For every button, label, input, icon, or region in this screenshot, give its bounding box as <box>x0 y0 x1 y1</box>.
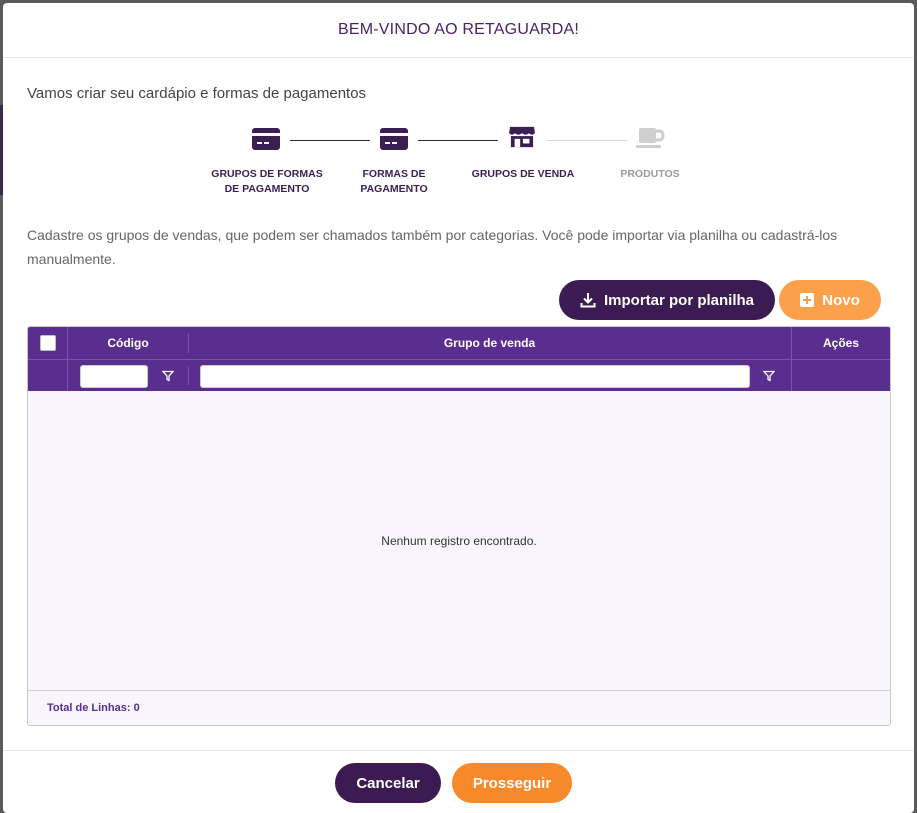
modal-title: BEM-VINDO AO RETAGUARDA! <box>338 21 579 38</box>
column-header-codigo[interactable]: Código <box>68 327 188 359</box>
filter-icon[interactable] <box>763 370 775 382</box>
header-row-divider <box>28 359 890 360</box>
filter-icon[interactable] <box>162 370 174 382</box>
step-description: Cadastre os grupos de vendas, que podem … <box>27 227 838 267</box>
credit-card-icon <box>380 128 408 150</box>
column-header-grupo-venda[interactable]: Grupo de venda <box>188 327 791 359</box>
empty-message: Nenhum registro encontrado. <box>381 533 537 548</box>
new-button-label: Novo <box>822 291 860 309</box>
grid-empty-state: Nenhum registro encontrado. <box>28 391 890 690</box>
store-icon <box>509 126 535 148</box>
import-button-label: Importar por planilha <box>603 291 754 309</box>
cancel-button[interactable]: Cancelar <box>335 763 441 803</box>
new-button[interactable]: Novo <box>779 280 881 320</box>
welcome-modal: BEM-VINDO AO RETAGUARDA! Vamos criar seu… <box>3 3 914 813</box>
grid-footer: Total de Linhas: 0 <box>28 690 890 725</box>
plus-square-icon <box>800 293 815 307</box>
sales-groups-grid: Código Grupo de venda Ações Nenhum regis… <box>27 326 891 726</box>
stepper-connector <box>418 140 498 141</box>
credit-card-icon <box>252 128 280 150</box>
step-label-produtos: PRODUTOS <box>620 168 680 180</box>
grupo-venda-filter-input[interactable] <box>200 365 750 388</box>
intro-text: Vamos criar seu cardápio e formas de pag… <box>27 85 367 102</box>
select-all-checkbox[interactable] <box>40 335 56 351</box>
total-lines-label: Total de Linhas: 0 <box>47 702 140 714</box>
step-label-formas-pagamento: FORMAS DE PAGAMENTO <box>360 168 428 195</box>
grid-header: Código Grupo de venda Ações <box>28 327 890 391</box>
download-icon <box>580 293 596 308</box>
coffee-cup-icon <box>636 128 665 148</box>
modal-header: BEM-VINDO AO RETAGUARDA! <box>3 3 914 58</box>
step-label-grupos-venda: GRUPOS DE VENDA <box>471 168 575 180</box>
stepper-connector <box>546 140 628 141</box>
modal-footer: Cancelar Prosseguir <box>3 750 914 813</box>
stepper-connector <box>290 140 370 141</box>
proceed-button[interactable]: Prosseguir <box>452 763 572 803</box>
column-divider <box>188 367 189 385</box>
import-spreadsheet-button[interactable]: Importar por planilha <box>559 280 775 320</box>
codigo-filter-input[interactable] <box>80 365 148 388</box>
column-header-acoes: Ações <box>822 336 860 350</box>
step-label-grupos-formas-pagamento: GRUPOS DE FORMAS DE PAGAMENTO <box>211 168 323 195</box>
